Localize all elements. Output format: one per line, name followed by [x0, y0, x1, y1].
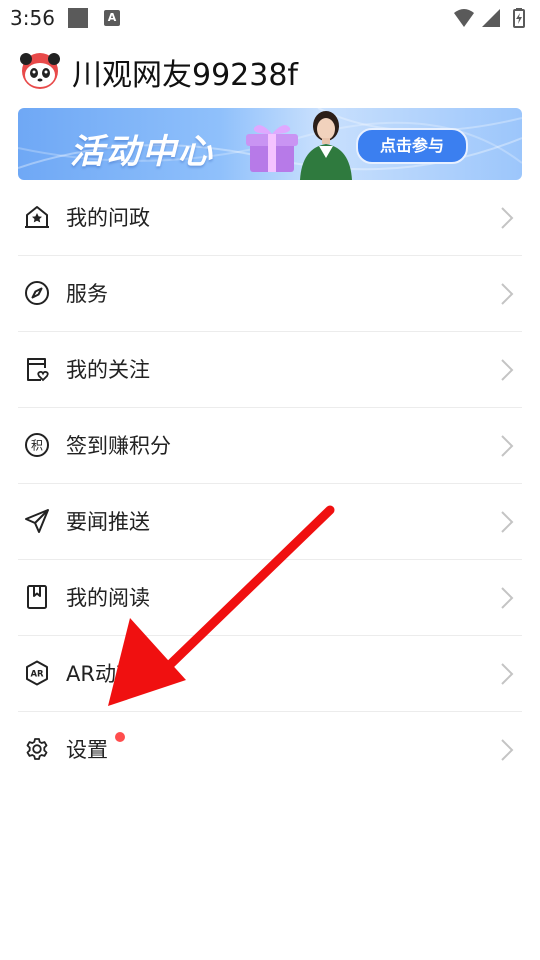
chevron-right-icon: [501, 511, 514, 533]
ar-icon: AR: [26, 660, 48, 686]
banner-title: 活动中心: [70, 132, 214, 172]
notification-a-icon: A: [104, 10, 120, 26]
menu-item-news-push[interactable]: 要闻推送: [18, 484, 522, 560]
username[interactable]: 川观网友99238f: [72, 50, 298, 94]
chevron-right-icon: [501, 739, 514, 761]
profile-header[interactable]: 川观网友99238f: [18, 48, 518, 94]
compass-icon: [25, 281, 49, 305]
presenter-figure: [300, 111, 352, 180]
menu-item-label: 设置: [66, 738, 108, 762]
menu-item-settings[interactable]: 设置: [18, 712, 522, 787]
signal-icon: [482, 9, 500, 27]
menu-item-my-reading[interactable]: 我的阅读: [18, 560, 522, 636]
status-icons: [454, 8, 525, 28]
activity-center-banner[interactable]: 活动中心 点击参与: [18, 108, 522, 180]
gear-icon: [26, 738, 48, 760]
menu-item-service[interactable]: 服务: [18, 256, 522, 332]
star-house-icon: [25, 206, 49, 228]
menu-item-checkin-points[interactable]: 积 签到赚积分: [18, 408, 522, 484]
points-icon: 积: [25, 433, 49, 457]
menu-list: 我的问政 服务 我的关注 积 签到赚积分 要闻推送 我的阅读 AR AR动新闻 …: [18, 180, 522, 787]
chevron-right-icon: [501, 435, 514, 457]
menu-item-label: 要闻推送: [66, 510, 150, 534]
wifi-icon: [454, 9, 474, 27]
menu-item-my-inquiry[interactable]: 我的问政: [18, 180, 522, 256]
chevron-right-icon: [501, 587, 514, 609]
menu-item-ar-news[interactable]: AR AR动新闻: [18, 636, 522, 712]
menu-item-label: 我的问政: [66, 206, 150, 230]
menu-item-my-follows[interactable]: 我的关注: [18, 332, 522, 408]
join-button[interactable]: 点击参与: [356, 128, 468, 164]
chevron-right-icon: [501, 359, 514, 381]
svg-text:积: 积: [31, 439, 43, 453]
notification-square-icon: [68, 8, 88, 28]
menu-item-label: 服务: [66, 282, 108, 306]
menu-item-label: 签到赚积分: [66, 434, 171, 458]
menu-item-label: 我的关注: [66, 358, 150, 382]
follow-heart-icon: [27, 358, 49, 382]
chevron-right-icon: [501, 283, 514, 305]
send-icon: [25, 509, 49, 533]
chevron-right-icon: [501, 207, 514, 229]
status-time: 3:56: [10, 6, 55, 30]
panda-avatar[interactable]: [18, 49, 62, 89]
svg-text:AR: AR: [30, 670, 44, 680]
status-bar: 3:56 A: [0, 0, 540, 36]
menu-item-label: 我的阅读: [66, 586, 150, 610]
bookmark-book-icon: [27, 585, 47, 609]
chevron-right-icon: [501, 663, 514, 685]
settings-red-dot-badge: [115, 732, 125, 742]
menu-item-label: AR动新闻: [66, 662, 158, 686]
